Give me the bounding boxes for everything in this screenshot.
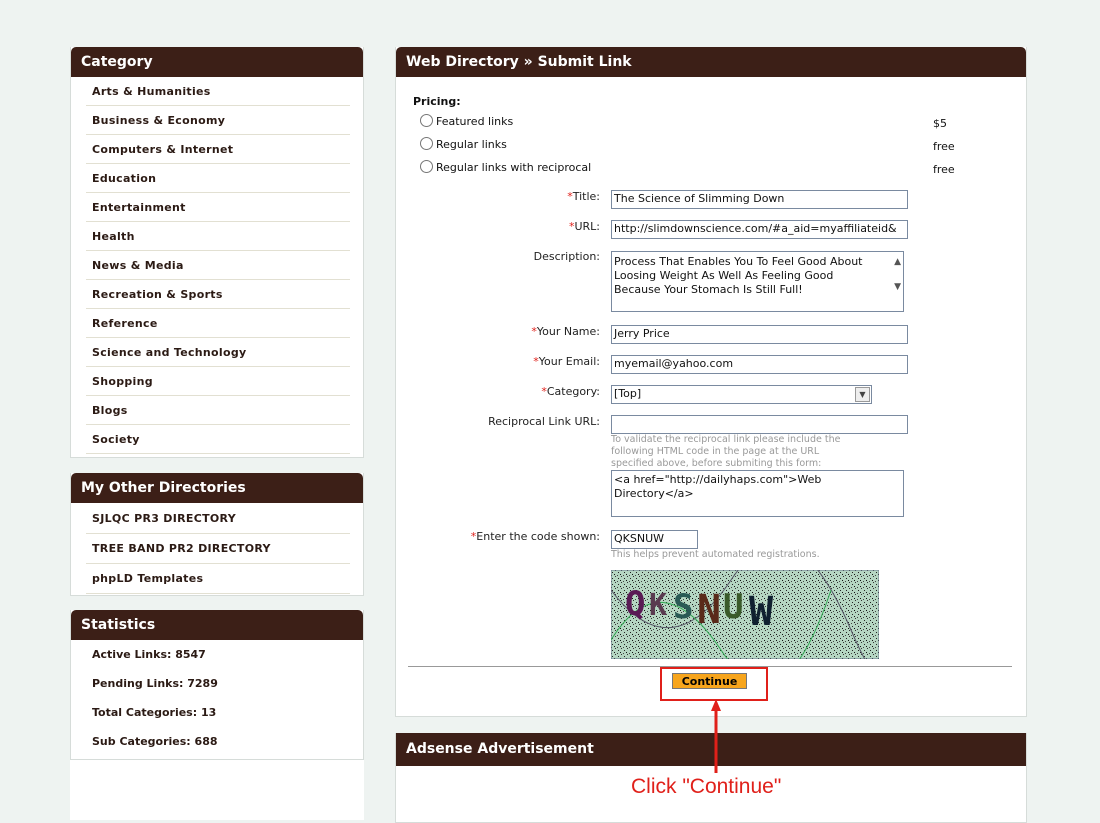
captcha-input[interactable]: QKSNUW: [611, 530, 698, 549]
captcha-image: Q K S N U W: [611, 570, 879, 659]
annotation-highlight-box: [660, 667, 768, 701]
name-label: Your Name:: [536, 325, 600, 338]
captcha-char: N: [697, 587, 721, 633]
radio-button[interactable]: [420, 114, 433, 127]
title-label: Title:: [572, 190, 600, 203]
pricing-price: $5: [933, 117, 947, 130]
category-label-wrap: *Category:: [400, 385, 600, 401]
email-input[interactable]: myemail@yahoo.com: [611, 355, 908, 374]
reciprocal-input[interactable]: [611, 415, 908, 434]
reciprocal-label-wrap: Reciprocal Link URL:: [400, 415, 600, 431]
description-text: Process That Enables You To Feel Good Ab…: [614, 255, 863, 296]
reciprocal-label: Reciprocal Link URL:: [488, 415, 600, 428]
category-value: [Top]: [614, 387, 642, 400]
radio-button[interactable]: [420, 137, 433, 150]
url-label-wrap: *URL:: [400, 220, 600, 236]
pricing-price: free: [933, 140, 955, 153]
name-label-wrap: *Your Name:: [400, 325, 600, 341]
captcha-char: K: [649, 588, 667, 623]
reciprocal-code-textarea[interactable]: <a href="http://dailyhaps.com">Web Direc…: [611, 470, 904, 517]
email-label: Your Email:: [538, 355, 600, 368]
reciprocal-hint: To validate the reciprocal link please i…: [611, 434, 841, 469]
code-hint: This helps prevent automated registratio…: [611, 549, 820, 560]
email-label-wrap: *Your Email:: [400, 355, 600, 371]
pricing-option[interactable]: Regular links: [420, 137, 507, 151]
radio-button[interactable]: [420, 160, 433, 173]
category-label: Category:: [546, 385, 600, 398]
scroll-up-icon[interactable]: ▲: [894, 255, 901, 269]
name-input[interactable]: Jerry Price: [611, 325, 908, 344]
code-label: Enter the code shown:: [476, 530, 600, 543]
url-input[interactable]: http://slimdownscience.com/#a_aid=myaffi…: [611, 220, 908, 239]
description-label: Description:: [533, 250, 600, 263]
pricing-label: Pricing:: [413, 95, 461, 108]
title-input[interactable]: The Science of Slimming Down: [611, 190, 908, 209]
category-select[interactable]: [Top] ▼: [611, 385, 872, 404]
pricing-option-label: Regular links with reciprocal: [436, 161, 592, 174]
annotation-arrow-icon: [711, 699, 721, 773]
code-label-wrap: *Enter the code shown:: [400, 530, 600, 546]
annotation-text: Click "Continue": [631, 775, 782, 798]
pricing-option[interactable]: Regular links with reciprocal: [420, 160, 591, 174]
description-label-wrap: Description:: [400, 250, 600, 266]
captcha-char: Q: [625, 584, 645, 624]
title-label-wrap: *Title:: [400, 190, 600, 206]
pricing-option-label: Regular links: [436, 138, 507, 151]
pricing-option[interactable]: Featured links: [420, 114, 513, 128]
pricing-option-label: Featured links: [436, 115, 514, 128]
form: Pricing: Featured links $5 Regular links fr…: [0, 0, 1100, 816]
description-textarea[interactable]: Process That Enables You To Feel Good Ab…: [611, 251, 904, 312]
url-label: URL:: [574, 220, 600, 233]
captcha-char: W: [749, 589, 774, 635]
captcha-char: S: [673, 587, 693, 627]
chevron-down-icon[interactable]: ▼: [855, 387, 870, 402]
scroll-down-icon[interactable]: ▼: [894, 280, 901, 294]
pricing-price: free: [933, 163, 955, 176]
captcha-char: U: [723, 587, 743, 627]
